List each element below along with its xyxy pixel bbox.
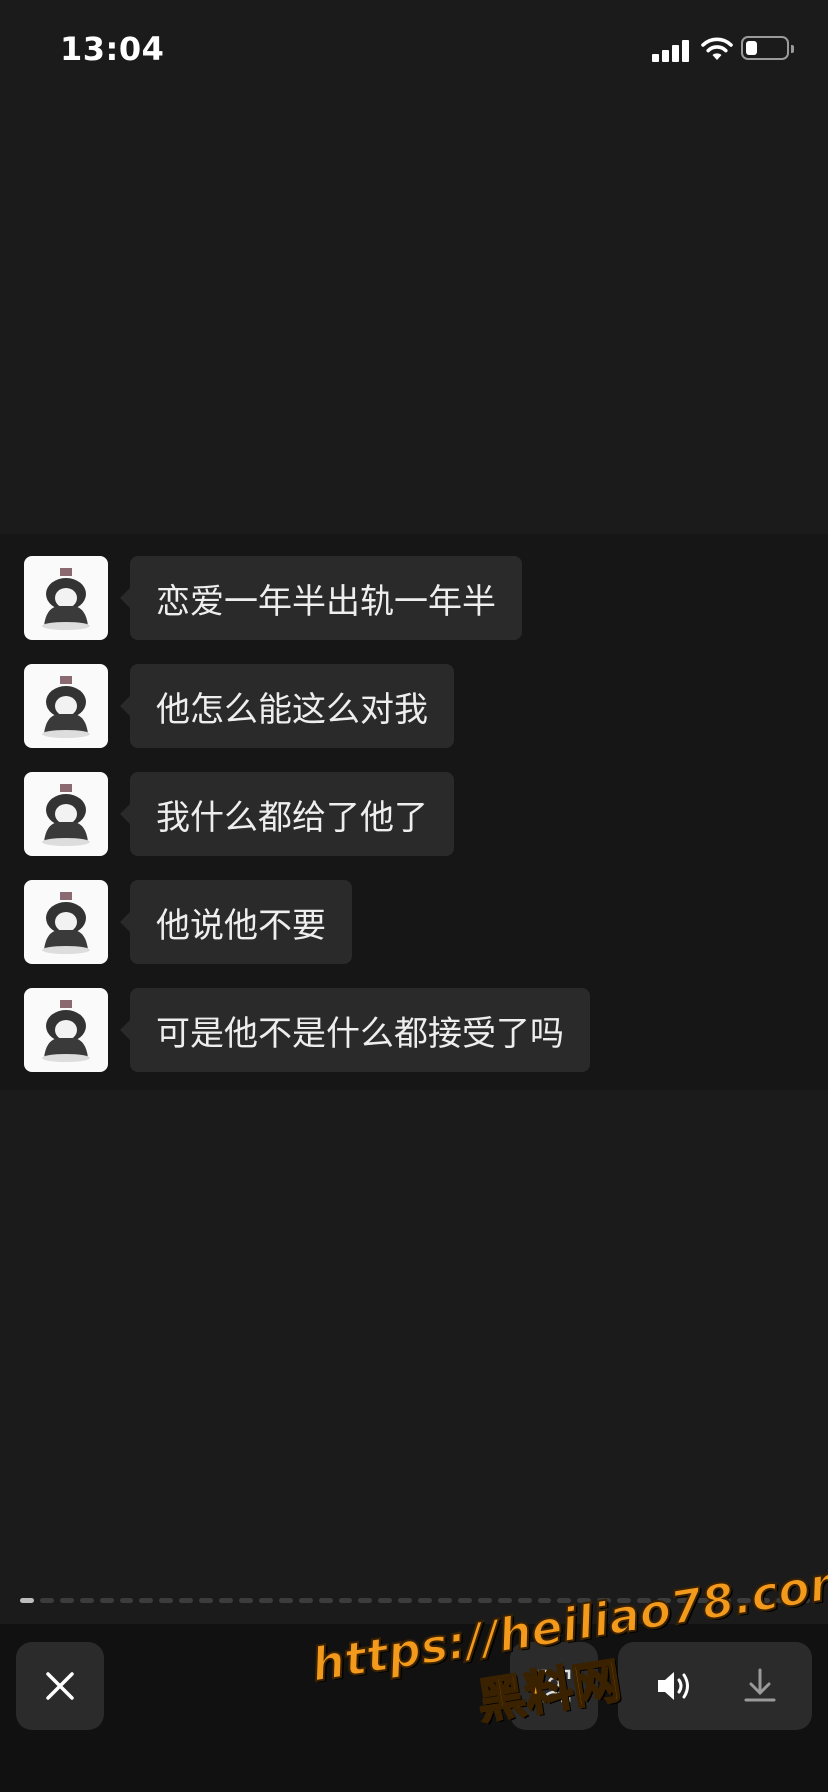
message-bubble: 他怎么能这么对我 xyxy=(120,664,454,748)
progress-segment xyxy=(99,1598,114,1603)
progress-segment xyxy=(20,1598,34,1603)
progress-segment xyxy=(39,1598,54,1603)
progress-segment xyxy=(378,1598,393,1603)
progress-segment xyxy=(497,1598,512,1603)
progress-segment xyxy=(517,1598,532,1603)
close-icon xyxy=(46,1672,74,1700)
message-bubble: 恋爱一年半出轨一年半 xyxy=(120,556,522,640)
status-time: 13:04 xyxy=(60,30,165,68)
wifi-icon xyxy=(701,37,733,60)
progress-segment xyxy=(79,1598,94,1603)
message-bubble: 他说他不要 xyxy=(120,880,352,964)
chat-message: 可是他不是什么都接受了吗 xyxy=(24,988,804,1072)
progress-segment xyxy=(358,1598,373,1603)
chat-message: 他怎么能这么对我 xyxy=(24,664,804,748)
progress-segment xyxy=(199,1598,214,1603)
progress-segment xyxy=(139,1598,154,1603)
message-bubble: 可是他不是什么都接受了吗 xyxy=(120,988,590,1072)
status-bar: 13:04 xyxy=(0,0,828,100)
progress-segment xyxy=(119,1598,134,1603)
progress-segment xyxy=(298,1598,313,1603)
progress-segment xyxy=(338,1598,353,1603)
progress-segment xyxy=(258,1598,273,1603)
progress-segment xyxy=(418,1598,433,1603)
progress-segment xyxy=(219,1598,233,1603)
message-bubble: 我什么都给了他了 xyxy=(120,772,454,856)
avatar xyxy=(24,880,108,964)
progress-segment xyxy=(278,1598,293,1603)
progress-segment xyxy=(398,1598,413,1603)
cellular-signal-icon xyxy=(652,40,690,62)
avatar xyxy=(24,988,108,1072)
progress-segment xyxy=(59,1598,74,1603)
battery-icon xyxy=(741,36,794,60)
progress-segment xyxy=(179,1598,194,1603)
avatar xyxy=(24,664,108,748)
chat-message: 恋爱一年半出轨一年半 xyxy=(24,556,804,640)
chat-message: 我什么都给了他了 xyxy=(24,772,804,856)
avatar xyxy=(24,772,108,856)
close-button[interactable] xyxy=(16,1642,104,1730)
progress-segment xyxy=(477,1598,492,1603)
progress-segment xyxy=(438,1598,452,1603)
avatar xyxy=(24,556,108,640)
progress-segment xyxy=(318,1598,333,1603)
progress-segment xyxy=(159,1598,174,1603)
progress-segment xyxy=(238,1598,253,1603)
progress-segment xyxy=(457,1598,472,1603)
chat-screenshot-panel: 恋爱一年半出轨一年半 他怎么能这么对我 我什么都给了他了 他说他不要 可是他不是… xyxy=(0,534,828,1090)
chat-message: 他说他不要 xyxy=(24,880,804,964)
